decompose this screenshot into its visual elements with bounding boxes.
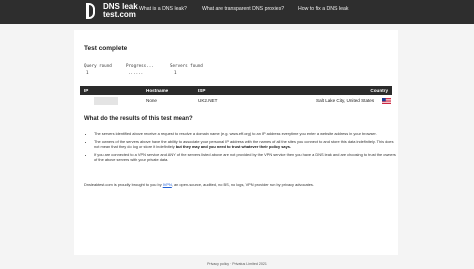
nav-link-transparent-dns-proxies[interactable]: What are transparent DNS proxies? bbox=[202, 6, 284, 12]
row-hostname: None bbox=[146, 98, 157, 103]
results-explanation-list: The servers identified above receive a r… bbox=[88, 131, 396, 165]
results-table-header: IP Hostname ISP Country bbox=[80, 86, 392, 95]
list-item: The owners of the servers above have the… bbox=[94, 139, 396, 150]
sponsor-text: Dnsleaktest.com is proudly brought to yo… bbox=[84, 182, 314, 187]
column-ip: IP bbox=[84, 88, 89, 93]
column-isp: ISP bbox=[198, 88, 206, 93]
servers-found-label: Servers found bbox=[170, 63, 203, 68]
column-country: Country bbox=[370, 88, 388, 93]
query-round-value: 1 bbox=[86, 70, 89, 75]
list-item: If you are connected to a VPN service an… bbox=[94, 152, 396, 163]
us-flag-icon bbox=[382, 98, 391, 104]
nav-link-fix-dns-leak[interactable]: How to fix a DNS leak bbox=[298, 6, 348, 12]
redacted-ip-address bbox=[94, 97, 118, 105]
results-meaning-heading: What do the results of this test mean? bbox=[84, 116, 193, 122]
query-round-label: Query round bbox=[84, 63, 112, 68]
progress-value: ...... bbox=[128, 70, 144, 75]
main-content-panel: Test complete Query round Progress... Se… bbox=[74, 30, 398, 255]
ivpn-link[interactable]: IVPN bbox=[163, 182, 172, 187]
test-complete-heading: Test complete bbox=[84, 45, 128, 52]
site-logo[interactable]: DNS leak test.com bbox=[86, 3, 138, 19]
top-navigation-bar: DNS leak test.com What is a DNS leak? Wh… bbox=[0, 0, 474, 24]
column-hostname: Hostname bbox=[146, 88, 169, 93]
row-country: Salt Lake City, United States bbox=[316, 98, 375, 103]
servers-found-value: 1 bbox=[174, 70, 177, 75]
row-isp: UK2.NET bbox=[198, 98, 218, 103]
dns-logo-icon bbox=[86, 3, 100, 19]
progress-label: Progress... bbox=[126, 63, 154, 68]
table-row: None UK2.NET Salt Lake City, United Stat… bbox=[80, 96, 392, 106]
logo-line-2: test.com bbox=[103, 10, 136, 19]
list-item: The servers identified above receive a r… bbox=[94, 131, 396, 136]
nav-link-what-is-dns-leak[interactable]: What is a DNS leak? bbox=[139, 6, 187, 12]
footer-text[interactable]: Privacy policy · Privatus Limited 2021 bbox=[0, 262, 474, 266]
